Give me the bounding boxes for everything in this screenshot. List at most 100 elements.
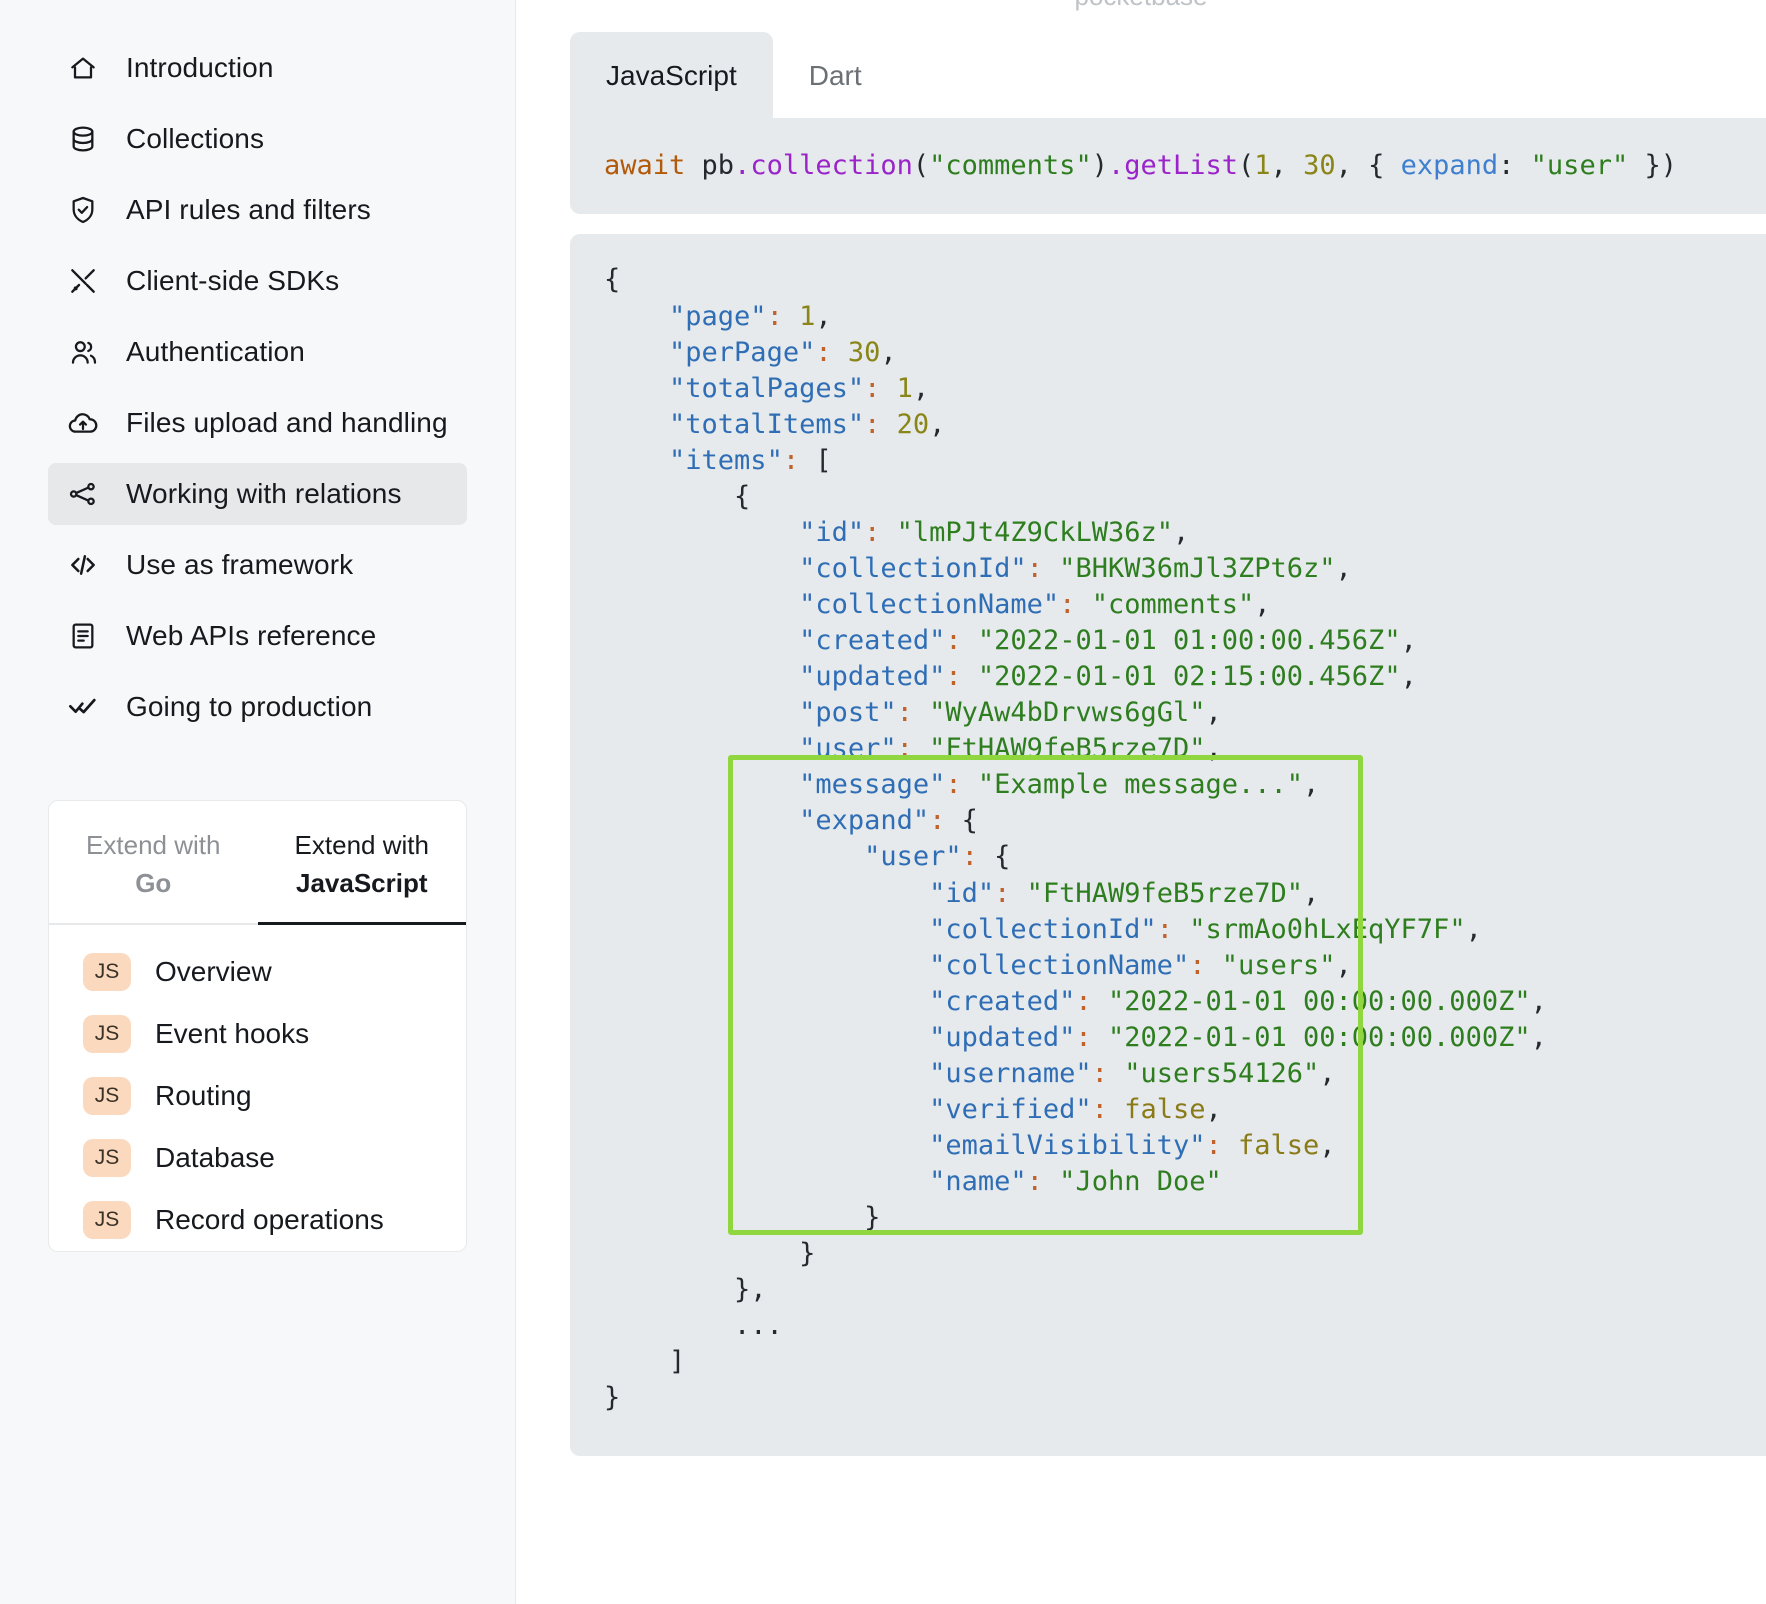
json-value-post: "WyAw4bDrvws6gGl" [929, 697, 1206, 729]
json-key-created: "created" [799, 625, 946, 657]
sidebar-item-authentication[interactable]: Authentication [48, 321, 467, 383]
sidebar-top-spacer [0, 0, 515, 28]
document-list-icon [66, 619, 100, 653]
json-key-expand-user-username: "username" [929, 1057, 1092, 1089]
json-response-block: { "page": 1, "perPage": 30, "totalPages"… [570, 234, 1766, 1457]
json-value-collectionid: "BHKW36mJl3ZPt6z" [1059, 552, 1336, 584]
json-value-page: 1 [799, 300, 816, 332]
json-value-expand-user-collectionname: "users" [1221, 949, 1336, 981]
json-key-expand-user-collectionname: "collectionName" [929, 949, 1190, 981]
page-brand-ghost: pocketbase [516, 0, 1766, 12]
tab-javascript[interactable]: JavaScript [570, 32, 773, 118]
token-paren-close: ) [1091, 150, 1108, 181]
sublist-item-label: Overview [155, 956, 272, 988]
token-arg-perpage: 30 [1303, 150, 1336, 181]
json-key-updated: "updated" [799, 661, 946, 693]
sidebar-item-going-to-production[interactable]: Going to production [48, 676, 467, 738]
json-key-collectionid: "collectionId" [799, 552, 1027, 584]
tools-icon [66, 264, 100, 298]
json-value-expand-user-id: "FtHAW9feB5rze7D" [1026, 877, 1304, 909]
sidebar: Introduction Collections API rules and f… [0, 0, 516, 1604]
json-value-expand-user-created: "2022-01-01 00:00:00.000Z" [1107, 985, 1531, 1017]
json-key-message: "message" [799, 769, 946, 801]
token-expand-key: expand [1400, 150, 1499, 181]
shield-check-icon [66, 193, 100, 227]
extend-with-tabs: Extend with Go Extend with JavaScript [49, 801, 466, 926]
extend-with-javascript-sublist: JS Overview JS Event hooks JS Routing JS… [49, 925, 466, 1252]
json-key-post: "post" [799, 697, 897, 729]
database-icon [66, 122, 100, 156]
json-value-message: "Example message..." [977, 769, 1304, 801]
sidebar-item-files-upload-and-handling[interactable]: Files upload and handling [48, 392, 467, 454]
extend-with-card: Extend with Go Extend with JavaScript JS… [48, 800, 467, 1253]
sidebar-item-introduction[interactable]: Introduction [48, 37, 467, 99]
sublist-item-event-hooks[interactable]: JS Event hooks [49, 1003, 466, 1065]
token-brace-close: }) [1628, 150, 1677, 181]
tab-extend-with-javascript[interactable]: Extend with JavaScript [257, 801, 466, 926]
tab-dart[interactable]: Dart [773, 32, 898, 118]
json-value-perpage: 30 [847, 336, 881, 368]
cloud-upload-icon [66, 406, 100, 440]
sublist-item-overview[interactable]: JS Overview [49, 941, 466, 1003]
tab-extend-with-go[interactable]: Extend with Go [49, 801, 258, 926]
sidebar-item-label: Going to production [126, 691, 373, 722]
sidebar-item-label: Introduction [126, 52, 274, 83]
token-comma-2: , [1335, 150, 1369, 181]
json-key-totalitems: "totalItems" [669, 408, 865, 440]
json-value-expand-user-username: "users54126" [1124, 1057, 1320, 1089]
json-key-perpage: "perPage" [669, 336, 816, 368]
token-getlist-method: .getList [1107, 150, 1239, 181]
relations-icon [66, 477, 100, 511]
token-paren-open: ( [912, 150, 930, 181]
json-key-collectionname: "collectionName" [799, 589, 1060, 620]
token-colon: : [1498, 150, 1531, 181]
json-value-expand-user-verified: false [1124, 1093, 1206, 1125]
token-collection-method: .collection [734, 150, 913, 181]
extend-tab-line1: Extend with [294, 830, 429, 860]
json-key-expand-user-id: "id" [929, 877, 995, 909]
code-snippet: await pb.collection("comments").getList(… [570, 118, 1766, 215]
page-root: Introduction Collections API rules and f… [0, 0, 1766, 1604]
sublist-item-label: Database [155, 1142, 275, 1174]
sidebar-item-label: Client-side SDKs [126, 265, 340, 296]
json-key-expand-user: "user" [864, 841, 962, 873]
sidebar-item-api-rules-and-filters[interactable]: API rules and filters [48, 179, 467, 241]
sidebar-item-label: Collections [126, 123, 265, 154]
json-key-user: "user" [799, 733, 897, 765]
home-icon [66, 51, 100, 85]
sublist-item-label: Routing [155, 1080, 252, 1112]
extend-tab-line1: Extend with [86, 830, 221, 860]
json-key-expand-user-verified: "verified" [929, 1093, 1092, 1125]
sidebar-item-collections[interactable]: Collections [48, 108, 467, 170]
language-tabbar: JavaScript Dart [570, 32, 1766, 118]
token-paren-open-2: ( [1238, 150, 1255, 181]
json-ellipsis: ... [734, 1310, 783, 1342]
sidebar-item-label: Use as framework [126, 549, 354, 580]
double-check-icon [66, 690, 100, 724]
sidebar-item-label: Files upload and handling [126, 407, 448, 438]
json-value-totalitems: 20 [896, 408, 930, 440]
sublist-item-record-operations[interactable]: JS Record operations [49, 1189, 466, 1251]
sublist-item-label: Record operations [155, 1204, 384, 1236]
token-comma-1: , [1270, 150, 1304, 181]
json-close-brace: } [604, 1382, 621, 1414]
json-key-id: "id" [799, 516, 865, 548]
js-badge-icon: JS [83, 1015, 131, 1054]
token-collection-name: "comments" [929, 150, 1092, 181]
sidebar-item-working-with-relations[interactable]: Working with relations [48, 463, 467, 525]
sidebar-item-web-apis-reference[interactable]: Web APIs reference [48, 605, 467, 667]
json-value-id: "lmPJt4Z9CkLW36z" [896, 516, 1173, 548]
token-arg-page: 1 [1254, 150, 1271, 181]
sidebar-item-use-as-framework[interactable]: Use as framework [48, 534, 467, 596]
json-key-expand-user-name: "name" [929, 1166, 1027, 1197]
sublist-item-routing[interactable]: JS Routing [49, 1065, 466, 1127]
sublist-item-label: Event hooks [155, 1018, 310, 1050]
sublist-item-database[interactable]: JS Database [49, 1127, 466, 1189]
json-value-collectionname: "comments" [1091, 589, 1255, 620]
sidebar-item-client-side-sdks[interactable]: Client-side SDKs [48, 250, 467, 312]
json-value-expand-user-collectionid: "srmAo0hLxEqYF7F" [1189, 913, 1466, 945]
json-key-page: "page" [669, 300, 767, 332]
json-value-updated: "2022-01-01 02:15:00.456Z" [977, 661, 1401, 693]
json-key-totalpages: "totalPages" [669, 372, 865, 404]
json-key-expand: "expand" [799, 805, 930, 837]
